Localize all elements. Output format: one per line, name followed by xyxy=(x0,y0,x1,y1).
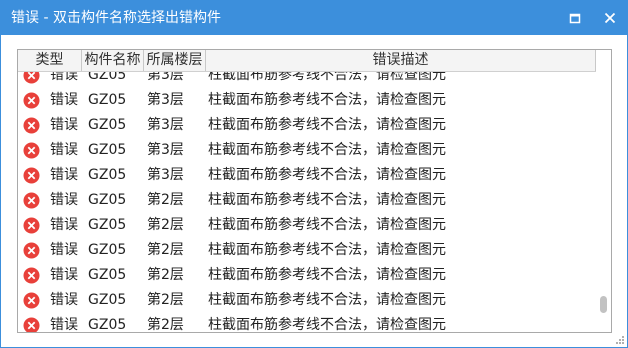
error-icon xyxy=(23,92,40,109)
cell-floor: 第2层 xyxy=(147,242,184,258)
column-header-name[interactable]: 构件名称 xyxy=(82,50,144,71)
window-title: 错误 - 双击构件名称选择出错构件 xyxy=(11,10,221,26)
cell-component-name[interactable]: GZ05 xyxy=(88,291,126,309)
cell-floor: 第2层 xyxy=(147,292,184,308)
cell-type: 错误 xyxy=(50,167,78,183)
cell-floor: 第3层 xyxy=(147,117,184,133)
cell-type: 错误 xyxy=(50,292,78,308)
table-row[interactable]: 错误 GZ05 第3层 柱截面布筋参考线不合法，请检查图元 xyxy=(18,113,596,138)
title-bar[interactable]: 错误 - 双击构件名称选择出错构件 xyxy=(1,1,627,35)
error-icon xyxy=(23,267,40,284)
cell-description: 柱截面布筋参考线不合法，请检查图元 xyxy=(208,317,446,333)
cell-type: 错误 xyxy=(50,92,78,108)
error-icon xyxy=(23,317,40,332)
cell-description: 柱截面布筋参考线不合法，请检查图元 xyxy=(208,292,446,308)
table-row[interactable]: 错误 GZ05 第3层 柱截面布筋参考线不合法，请检查图元 xyxy=(18,163,596,188)
resize-grip-icon[interactable] xyxy=(613,333,625,345)
error-icon xyxy=(23,142,40,159)
error-icon xyxy=(23,242,40,259)
cell-description: 柱截面布筋参考线不合法，请检查图元 xyxy=(208,142,446,158)
cell-component-name[interactable]: GZ05 xyxy=(88,316,126,332)
error-list[interactable]: 错误 GZ05 第3层 柱截面布筋参考线不合法，请检查图元 错误 GZ05 第3层 柱截面布筋… xyxy=(17,49,612,333)
table-header: 类型 构件名称 所属楼层 错误描述 xyxy=(18,50,596,72)
cell-type: 错误 xyxy=(50,267,78,283)
cell-type: 错误 xyxy=(50,217,78,233)
table-row[interactable]: 错误 GZ05 第3层 柱截面布筋参考线不合法，请检查图元 xyxy=(18,138,596,163)
cell-description: 柱截面布筋参考线不合法，请检查图元 xyxy=(208,192,446,208)
maximize-icon xyxy=(569,13,581,24)
error-icon xyxy=(23,192,40,209)
cell-floor: 第2层 xyxy=(147,192,184,208)
cell-floor: 第3层 xyxy=(147,142,184,158)
close-button[interactable] xyxy=(598,6,622,30)
column-header-type[interactable]: 类型 xyxy=(18,50,82,71)
error-icon xyxy=(23,292,40,309)
cell-floor: 第2层 xyxy=(147,267,184,283)
cell-type: 错误 xyxy=(50,242,78,258)
cell-component-name[interactable]: GZ05 xyxy=(88,116,126,134)
table-row[interactable]: 错误 GZ05 第2层 柱截面布筋参考线不合法，请检查图元 xyxy=(18,213,596,238)
cell-component-name[interactable]: GZ05 xyxy=(88,216,126,234)
table-row[interactable]: 错误 GZ05 第2层 柱截面布筋参考线不合法，请检查图元 xyxy=(18,288,596,313)
scrollbar-thumb[interactable] xyxy=(600,296,607,313)
cell-type: 错误 xyxy=(50,117,78,133)
table-row[interactable]: 错误 GZ05 第2层 柱截面布筋参考线不合法，请检查图元 xyxy=(18,238,596,263)
maximize-button[interactable] xyxy=(563,6,587,30)
cell-component-name[interactable]: GZ05 xyxy=(88,266,126,284)
table-row[interactable]: 错误 GZ05 第3层 柱截面布筋参考线不合法，请检查图元 xyxy=(18,88,596,113)
cell-type: 错误 xyxy=(50,142,78,158)
table-row[interactable]: 错误 GZ05 第2层 柱截面布筋参考线不合法，请检查图元 xyxy=(18,313,596,333)
cell-component-name[interactable]: GZ05 xyxy=(88,241,126,259)
cell-description: 柱截面布筋参考线不合法，请检查图元 xyxy=(208,242,446,258)
cell-description: 柱截面布筋参考线不合法，请检查图元 xyxy=(208,92,446,108)
close-icon xyxy=(604,12,616,24)
column-header-description[interactable]: 错误描述 xyxy=(206,50,596,71)
cell-floor: 第2层 xyxy=(147,217,184,233)
error-icon xyxy=(23,167,40,184)
cell-floor: 第2层 xyxy=(147,317,184,333)
cell-description: 柱截面布筋参考线不合法，请检查图元 xyxy=(208,167,446,183)
cell-component-name[interactable]: GZ05 xyxy=(88,191,126,209)
vertical-scrollbar[interactable] xyxy=(596,50,611,332)
column-header-floor[interactable]: 所属楼层 xyxy=(144,50,206,71)
cell-type: 错误 xyxy=(50,317,78,333)
cell-description: 柱截面布筋参考线不合法，请检查图元 xyxy=(208,117,446,133)
table-row[interactable]: 错误 GZ05 第2层 柱截面布筋参考线不合法，请检查图元 xyxy=(18,188,596,213)
error-rows: 错误 GZ05 第3层 柱截面布筋参考线不合法，请检查图元 错误 GZ05 第3层 柱截面布筋… xyxy=(18,63,596,333)
cell-floor: 第3层 xyxy=(147,167,184,183)
cell-description: 柱截面布筋参考线不合法，请检查图元 xyxy=(208,217,446,233)
cell-description: 柱截面布筋参考线不合法，请检查图元 xyxy=(208,267,446,283)
cell-type: 错误 xyxy=(50,192,78,208)
error-dialog: 错误 - 双击构件名称选择出错构件 错误 GZ05 第3层 柱截面布筋参考线不合法，请… xyxy=(0,0,628,348)
cell-floor: 第3层 xyxy=(147,92,184,108)
cell-component-name[interactable]: GZ05 xyxy=(88,91,126,109)
cell-component-name[interactable]: GZ05 xyxy=(88,141,126,159)
error-icon xyxy=(23,217,40,234)
error-icon xyxy=(23,117,40,134)
cell-component-name[interactable]: GZ05 xyxy=(88,166,126,184)
table-row[interactable]: 错误 GZ05 第2层 柱截面布筋参考线不合法，请检查图元 xyxy=(18,263,596,288)
